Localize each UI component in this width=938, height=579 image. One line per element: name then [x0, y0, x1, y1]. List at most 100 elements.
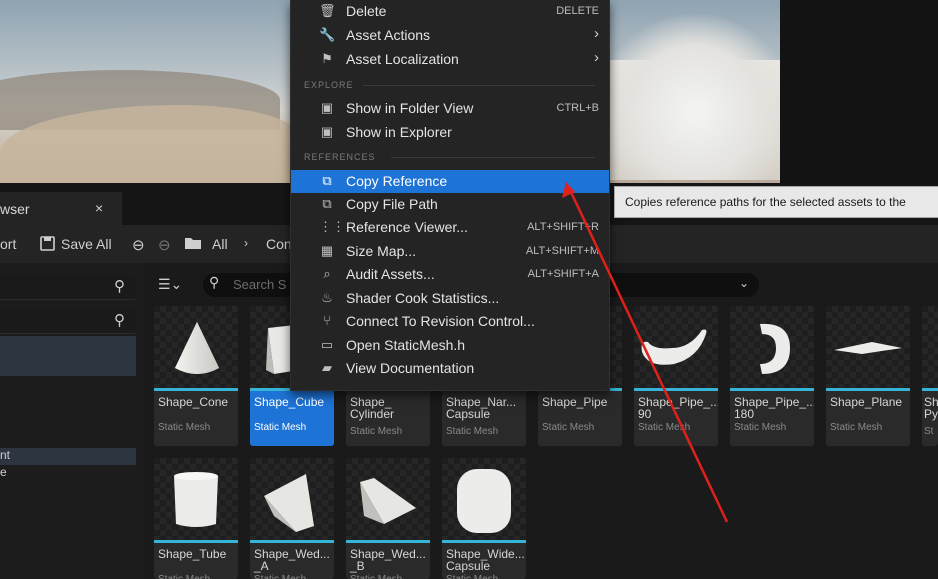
- menu-item-label: Shader Cook Statistics...: [346, 290, 500, 306]
- asset-thumbnail: [442, 458, 526, 540]
- asset-name: Shape_Tube: [158, 547, 227, 561]
- asset-type: St: [924, 426, 934, 437]
- menu-item-audit-assets[interactable]: ⌕ Audit Assets... ALT+SHIFT+A: [291, 263, 609, 286]
- tooltip-text: Copies reference paths for the selected …: [625, 195, 906, 209]
- asset-type: Static Mesh: [830, 422, 883, 433]
- menu-item-copy-file-path[interactable]: ⧉ Copy File Path: [291, 193, 609, 216]
- menu-item-show-in-folder-view[interactable]: ▣ Show in Folder View CTRL+B: [291, 97, 609, 120]
- menu-item-asset-localization[interactable]: ⚑ Asset Localization ›: [291, 48, 609, 71]
- asset-name: Sh Py: [924, 395, 938, 421]
- forward-icon[interactable]: ⊖: [158, 236, 171, 254]
- favorites-search[interactable]: ⚲: [0, 275, 135, 300]
- folder-search-icon: ▣: [320, 100, 334, 115]
- asset-type-bar: [346, 540, 430, 543]
- menu-item-size-map[interactable]: ▦ Size Map... ALT+SHIFT+M: [291, 240, 609, 263]
- asset-name: Shape_Cone: [158, 395, 229, 409]
- asset-type: Static Mesh: [350, 574, 402, 579]
- submenu-arrow-icon: ›: [594, 49, 599, 66]
- menu-item-open-staticmesh-h[interactable]: ▭ Open StaticMesh.h: [291, 334, 609, 357]
- asset-tile-shape-cone[interactable]: Shape_Cone Static Mesh: [154, 306, 238, 446]
- asset-type-bar: [154, 388, 238, 391]
- menu-item-copy-reference[interactable]: ⧉ Copy Reference: [291, 170, 609, 193]
- copy-icon: ⧉: [322, 173, 332, 188]
- menu-item-label: Reference Viewer...: [346, 219, 468, 235]
- asset-tile-shape-pyramid[interactable]: Sh Py St: [922, 306, 938, 446]
- menu-item-label: Copy File Path: [346, 196, 438, 212]
- menu-item-label: Asset Localization: [346, 51, 459, 67]
- asset-name: Shape_Wed... _A: [254, 547, 330, 573]
- asset-thumbnail: [346, 458, 430, 540]
- tab-close-button[interactable]: ×: [95, 200, 103, 216]
- menu-item-shortcut: ALT+SHIFT+M: [525, 245, 599, 257]
- asset-thumbnail: [730, 306, 814, 388]
- wide-capsule-mesh-icon: [457, 469, 511, 533]
- search-icon: ⚲: [114, 278, 125, 295]
- asset-tile-shape-plane[interactable]: Shape_Plane Static Mesh: [826, 306, 910, 446]
- copy-icon: ⧉: [322, 196, 332, 211]
- asset-type-bar: [826, 388, 910, 391]
- trash-icon: 🗑: [319, 3, 336, 18]
- menu-item-label: Connect To Revision Control...: [346, 313, 535, 329]
- folder-search[interactable]: ⚲: [0, 309, 135, 334]
- asset-type: Static Mesh: [254, 574, 306, 579]
- folder-icon: [184, 236, 202, 253]
- menu-item-view-documentation[interactable]: ▰ View Documentation: [291, 357, 609, 380]
- asset-type: Static Mesh: [446, 426, 499, 437]
- cone-mesh-icon: [175, 322, 219, 374]
- breadcrumb-content[interactable]: Con: [266, 236, 292, 252]
- tooltip: Copies reference paths for the selected …: [614, 186, 938, 218]
- asset-name: Shape_Plane: [830, 395, 903, 409]
- asset-tile-shape-wedge-a[interactable]: Shape_Wed... _A Static Mesh: [250, 458, 334, 579]
- folder-tree-selected[interactable]: [0, 336, 136, 376]
- menu-item-show-in-explorer[interactable]: ▣ Show in Explorer: [291, 121, 609, 144]
- asset-type: Static Mesh: [446, 574, 498, 579]
- asset-tile-shape-wedge-b[interactable]: Shape_Wed... _B Static Mesh: [346, 458, 430, 579]
- menu-item-label: View Documentation: [346, 360, 475, 376]
- asset-thumbnail: [154, 458, 238, 540]
- menu-item-shader-cook-statistics[interactable]: ♨ Shader Cook Statistics...: [291, 287, 609, 310]
- filter-icon[interactable]: ☰⌄: [158, 276, 182, 293]
- tab-content-browser-label: wser: [0, 201, 30, 217]
- menu-item-connect-revision-control[interactable]: ⑂ Connect To Revision Control...: [291, 310, 609, 333]
- code-file-icon: ▭: [320, 337, 334, 352]
- menu-item-shortcut: ALT+SHIFT+R: [527, 221, 599, 233]
- save-all-button[interactable]: Save All: [61, 236, 112, 252]
- asset-type-bar: [730, 388, 814, 391]
- asset-type-bar: [250, 540, 334, 543]
- shader-icon: ♨: [321, 290, 333, 305]
- asset-tile-shape-pipe-180[interactable]: Shape_Pipe_... 180 Static Mesh: [730, 306, 814, 446]
- branch-icon: ⑂: [323, 313, 331, 328]
- wedge-a-mesh-icon: [264, 474, 314, 532]
- asset-type: Static Mesh: [350, 426, 403, 437]
- folder-tree-item[interactable]: e: [0, 465, 136, 482]
- asset-tile-shape-wide-capsule[interactable]: Shape_Wide... Capsule Static Mesh: [442, 458, 526, 579]
- asset-tile-shape-tube[interactable]: Shape_Tube Static Mesh: [154, 458, 238, 579]
- asset-name: Shape_Wed... _B: [350, 547, 426, 573]
- back-icon[interactable]: ⊖: [132, 236, 145, 254]
- pipe-180-mesh-icon: [760, 323, 790, 374]
- asset-context-menu: 🗑 Delete DELETE 🔧 Asset Actions › ⚑ Asse…: [290, 0, 610, 391]
- asset-thumbnail: [634, 306, 718, 388]
- import-button[interactable]: ort: [0, 236, 16, 252]
- search-icon: ⚲: [209, 274, 220, 290]
- menu-item-label: Asset Actions: [346, 27, 431, 43]
- menu-item-delete[interactable]: 🗑 Delete DELETE: [291, 0, 609, 23]
- menu-item-label: Open StaticMesh.h: [346, 337, 466, 353]
- menu-item-asset-actions[interactable]: 🔧 Asset Actions ›: [291, 24, 609, 47]
- chevron-down-icon[interactable]: ⌄: [739, 276, 749, 290]
- save-icon[interactable]: [40, 236, 55, 254]
- asset-name: Shape_Pipe: [542, 395, 608, 409]
- asset-tile-shape-pipe-90[interactable]: Shape_Pipe_... 90 Static Mesh: [634, 306, 718, 446]
- menu-item-shortcut: DELETE: [556, 5, 599, 17]
- pipe-90-mesh-icon: [641, 329, 707, 365]
- section-header-references: REFERENCES: [304, 152, 376, 162]
- breadcrumb-all[interactable]: All: [212, 236, 228, 252]
- chevron-right-icon: ›: [244, 236, 248, 250]
- folder-tree-item[interactable]: nt: [0, 448, 136, 465]
- viewport-haze: [610, 10, 780, 180]
- plane-mesh-icon: [834, 342, 902, 354]
- section-divider: [363, 85, 595, 86]
- size-map-icon: ▦: [320, 243, 334, 258]
- menu-item-reference-viewer[interactable]: ⋮⋮ Reference Viewer... ALT+SHIFT+R: [291, 216, 609, 239]
- graph-icon: ⋮⋮: [319, 219, 345, 234]
